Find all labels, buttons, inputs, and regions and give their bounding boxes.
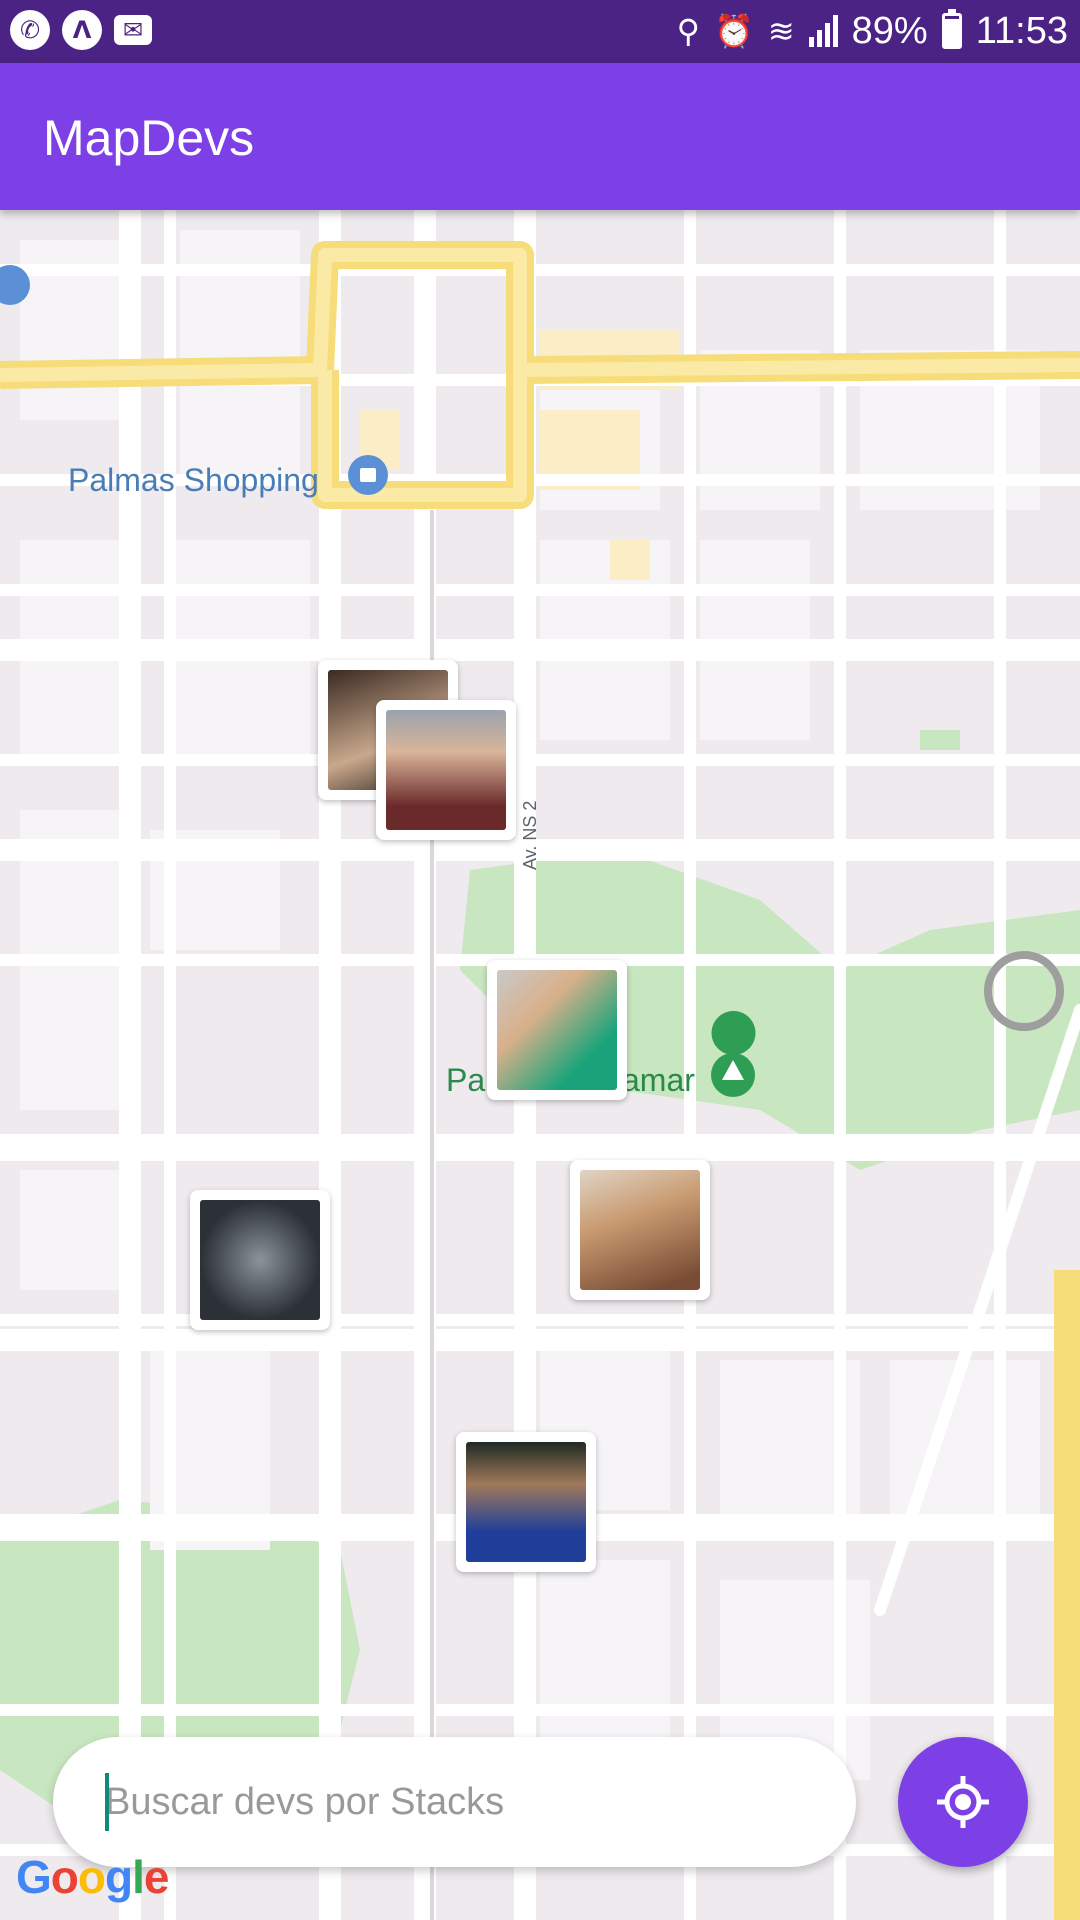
search-bar[interactable] xyxy=(53,1737,856,1867)
crosshair-icon xyxy=(937,1776,989,1828)
battery-percent: 89% xyxy=(851,9,928,52)
alarm-icon: ⏰ xyxy=(714,12,754,50)
dev-avatar xyxy=(497,970,617,1090)
text-caret xyxy=(105,1773,109,1831)
clock: 11:53 xyxy=(975,9,1068,52)
app-title: MapDevs xyxy=(43,110,255,166)
outlook-icon: ✉ xyxy=(114,15,152,45)
dev-avatar xyxy=(580,1170,700,1290)
shopping-pin-icon xyxy=(348,455,388,495)
my-location-button[interactable] xyxy=(898,1737,1028,1867)
street-label-av-ns-2: Av. NS 2 xyxy=(520,800,540,870)
dev-marker-2[interactable] xyxy=(376,700,516,840)
battery-icon xyxy=(941,9,962,49)
dev-marker-5[interactable] xyxy=(570,1160,710,1300)
place-label-park: Pa xyxy=(446,1062,486,1098)
whatsapp-icon: ✆ xyxy=(10,10,50,50)
signal-icon xyxy=(808,15,838,47)
place-label-palmas-shopping: Palmas Shopping xyxy=(68,462,319,498)
dev-marker-3[interactable] xyxy=(487,960,627,1100)
app-bar: MapDevs xyxy=(0,63,1080,210)
app-notification-icon: Λ xyxy=(62,10,102,50)
status-bar: ✆ Λ ✉ ⚲ ⏰ ≋ 89% 11:53 xyxy=(0,0,1080,63)
loading-indicator xyxy=(984,951,1064,1031)
dev-avatar xyxy=(200,1200,320,1320)
dev-avatar xyxy=(386,710,506,830)
dev-marker-6[interactable] xyxy=(456,1432,596,1572)
wifi-icon: ≋ xyxy=(767,12,795,50)
google-attribution: Google xyxy=(16,1851,169,1903)
map-view[interactable]: Palmas Shopping Pa amar Av. NS 2 xyxy=(0,210,1080,1920)
location-icon: ⚲ xyxy=(676,12,700,50)
dev-avatar xyxy=(466,1442,586,1562)
search-input[interactable] xyxy=(103,1779,856,1825)
dev-marker-4[interactable] xyxy=(190,1190,330,1330)
place-label-park-suffix: amar xyxy=(622,1062,695,1098)
